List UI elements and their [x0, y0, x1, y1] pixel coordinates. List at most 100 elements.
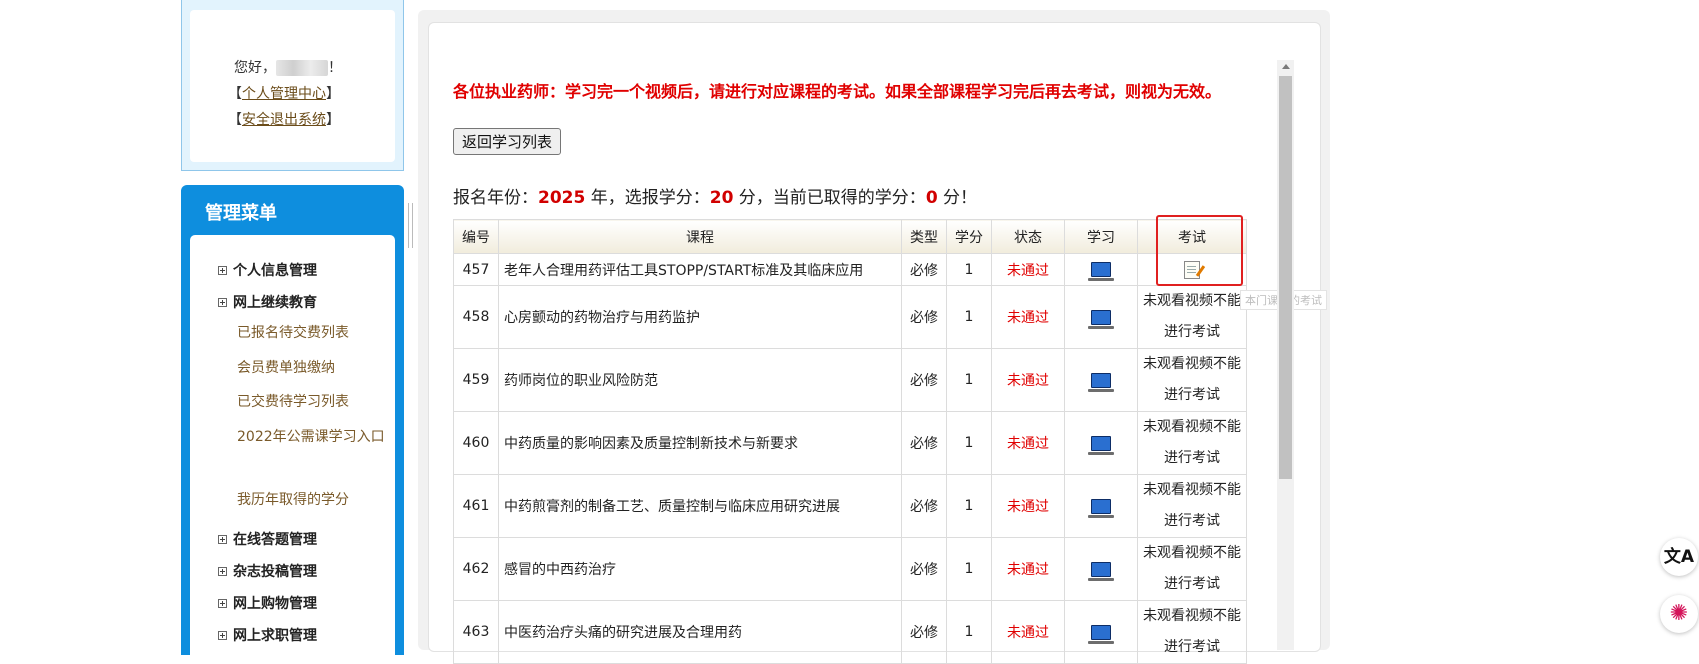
submenu-member-fee[interactable]: 会员费单独缴纳	[237, 355, 387, 381]
menu-item-job-search[interactable]: 网上求职管理	[218, 625, 317, 645]
course-id: 460	[453, 411, 499, 475]
summary-selected-label: 年，选报学分：	[585, 188, 710, 208]
study-cell	[1064, 348, 1138, 412]
col-header-credit: 学分	[946, 219, 992, 254]
greeting-end: ！	[328, 60, 342, 76]
earned-credits: 0	[925, 188, 938, 208]
computer-icon[interactable]	[1088, 435, 1114, 455]
admin-menu: 管理菜单 个人信息管理 网上继续教育 已报名待交费列表 会员费单独缴纳 已交费待…	[181, 185, 404, 655]
menu-item-label: 网上求职管理	[233, 628, 317, 644]
course-credit: 1	[946, 537, 992, 601]
submenu-pending-payment[interactable]: 已报名待交费列表	[237, 320, 387, 346]
menu-item-online-quiz[interactable]: 在线答题管理	[218, 529, 317, 549]
enroll-year: 2025	[538, 188, 586, 208]
table-row: 462 感冒的中西药治疗 必修 1 未通过 未观看视频不能进行考试	[453, 537, 1247, 601]
table-row: 460 中药质量的影响因素及质量控制新技术与新要求 必修 1 未通过 未观看视频…	[453, 411, 1247, 475]
table-row: 457 老年人合理用药评估工具STOPP/START标准及其临床应用 必修 1 …	[453, 253, 1247, 286]
personal-center-line: 【个人管理中心】	[228, 83, 340, 103]
credit-summary: 报名年份：2025 年，选报学分：20 分，当前已取得的学分：0 分！	[453, 183, 977, 208]
course-status: 未通过	[991, 474, 1065, 538]
course-status: 未通过	[991, 537, 1065, 601]
translate-icon[interactable]: 文A	[1660, 538, 1698, 576]
course-id: 459	[453, 348, 499, 412]
course-title: 药师岗位的职业风险防范	[498, 348, 902, 412]
menu-item-label: 在线答题管理	[233, 532, 317, 548]
menu-item-label: 个人信息管理	[233, 263, 317, 279]
greeting-line: 您好， ！	[234, 57, 342, 77]
course-credit: 1	[946, 600, 992, 664]
computer-icon[interactable]	[1088, 372, 1114, 392]
expand-icon	[218, 598, 227, 608]
course-id: 463	[453, 600, 499, 664]
course-title: 老年人合理用药评估工具STOPP/START标准及其临床应用	[498, 253, 902, 286]
back-to-list-button[interactable]: 返回学习列表	[453, 128, 562, 155]
logout-link[interactable]: 安全退出系统	[242, 112, 326, 128]
course-credit: 1	[946, 348, 992, 412]
summary-earned-label: 分，当前已取得的学分：	[733, 188, 926, 208]
summary-year-label: 报名年份：	[453, 188, 538, 208]
exam-blocked-text: 未观看视频不能进行考试	[1137, 411, 1247, 475]
bracket-close: 】	[326, 86, 340, 102]
menu-item-online-education[interactable]: 网上继续教育	[218, 292, 317, 312]
summary-suffix: 分！	[937, 188, 978, 208]
expand-icon	[218, 265, 227, 275]
study-cell	[1064, 285, 1138, 349]
bracket-open: 【	[228, 86, 242, 102]
col-header-status: 状态	[991, 219, 1065, 254]
col-header-course: 课程	[498, 219, 902, 254]
course-title: 中药质量的影响因素及质量控制新技术与新要求	[498, 411, 902, 475]
course-id: 458	[453, 285, 499, 349]
selected-credits: 20	[709, 188, 734, 208]
course-status: 未通过	[991, 253, 1065, 286]
menu-item-journal-submission[interactable]: 杂志投稿管理	[218, 561, 317, 581]
ai-assistant-icon[interactable]: ✺	[1660, 595, 1698, 633]
expand-icon	[218, 630, 227, 640]
menu-item-label: 网上继续教育	[233, 295, 317, 311]
scroll-thumb[interactable]	[1279, 76, 1292, 479]
personal-center-link[interactable]: 个人管理中心	[242, 86, 326, 102]
study-cell	[1064, 474, 1138, 538]
bracket-open: 【	[228, 112, 242, 128]
exam-blocked-text: 未观看视频不能进行考试	[1137, 600, 1247, 664]
submenu-2022-public-course[interactable]: 2022年公需课学习入口	[237, 424, 387, 450]
sidebar-resize-handle[interactable]	[408, 203, 413, 248]
table-row: 458 心房颤动的药物治疗与用药监护 必修 1 未通过 未观看视频不能进行考试	[453, 285, 1247, 349]
exam-blocked-text: 未观看视频不能进行考试	[1137, 285, 1247, 349]
computer-icon[interactable]	[1088, 262, 1114, 281]
col-header-id: 编号	[453, 219, 499, 254]
course-type: 必修	[901, 474, 947, 538]
expand-icon	[218, 297, 227, 307]
menu-title: 管理菜单	[205, 203, 277, 224]
user-info-inner: 您好， ！ 【个人管理中心】 【安全退出系统】	[190, 10, 395, 162]
menu-item-personal-info[interactable]: 个人信息管理	[218, 260, 317, 280]
submenu-credit-history[interactable]: 我历年取得的学分	[237, 487, 387, 513]
exam-column-highlight	[1156, 215, 1243, 286]
scroll-up-arrow-icon[interactable]	[1282, 64, 1290, 69]
course-type: 必修	[901, 411, 947, 475]
course-type: 必修	[901, 253, 947, 286]
course-status: 未通过	[991, 285, 1065, 349]
menu-item-label: 杂志投稿管理	[233, 564, 317, 580]
study-cell	[1064, 253, 1138, 286]
table-row: 461 中药煎膏剂的制备工艺、质量控制与临床应用研究进展 必修 1 未通过 未观…	[453, 474, 1247, 538]
submenu-paid-to-study[interactable]: 已交费待学习列表	[237, 389, 387, 415]
computer-icon[interactable]	[1088, 561, 1114, 581]
menu-item-online-shopping[interactable]: 网上购物管理	[218, 593, 317, 613]
exam-notice: 各位执业药师：学习完一个视频后，请进行对应课程的考试。如果全部课程学习完后再去考…	[453, 82, 1222, 101]
study-cell	[1064, 411, 1138, 475]
computer-icon[interactable]	[1088, 309, 1114, 329]
bracket-close: 】	[326, 112, 340, 128]
menu-list: 个人信息管理 网上继续教育 已报名待交费列表 会员费单独缴纳 已交费待学习列表 …	[190, 235, 395, 655]
exam-blocked-text: 未观看视频不能进行考试	[1137, 474, 1247, 538]
study-cell	[1064, 537, 1138, 601]
greeting-label: 您好，	[234, 60, 276, 76]
course-status: 未通过	[991, 348, 1065, 412]
course-status: 未通过	[991, 600, 1065, 664]
table-row: 463 中医药治疗头痛的研究进展及合理用药 必修 1 未通过 未观看视频不能进行…	[453, 600, 1247, 664]
computer-icon[interactable]	[1088, 498, 1114, 518]
vertical-scrollbar[interactable]	[1277, 60, 1294, 650]
menu-item-label: 网上购物管理	[233, 596, 317, 612]
computer-icon[interactable]	[1088, 624, 1114, 644]
course-type: 必修	[901, 348, 947, 412]
course-status: 未通过	[991, 411, 1065, 475]
